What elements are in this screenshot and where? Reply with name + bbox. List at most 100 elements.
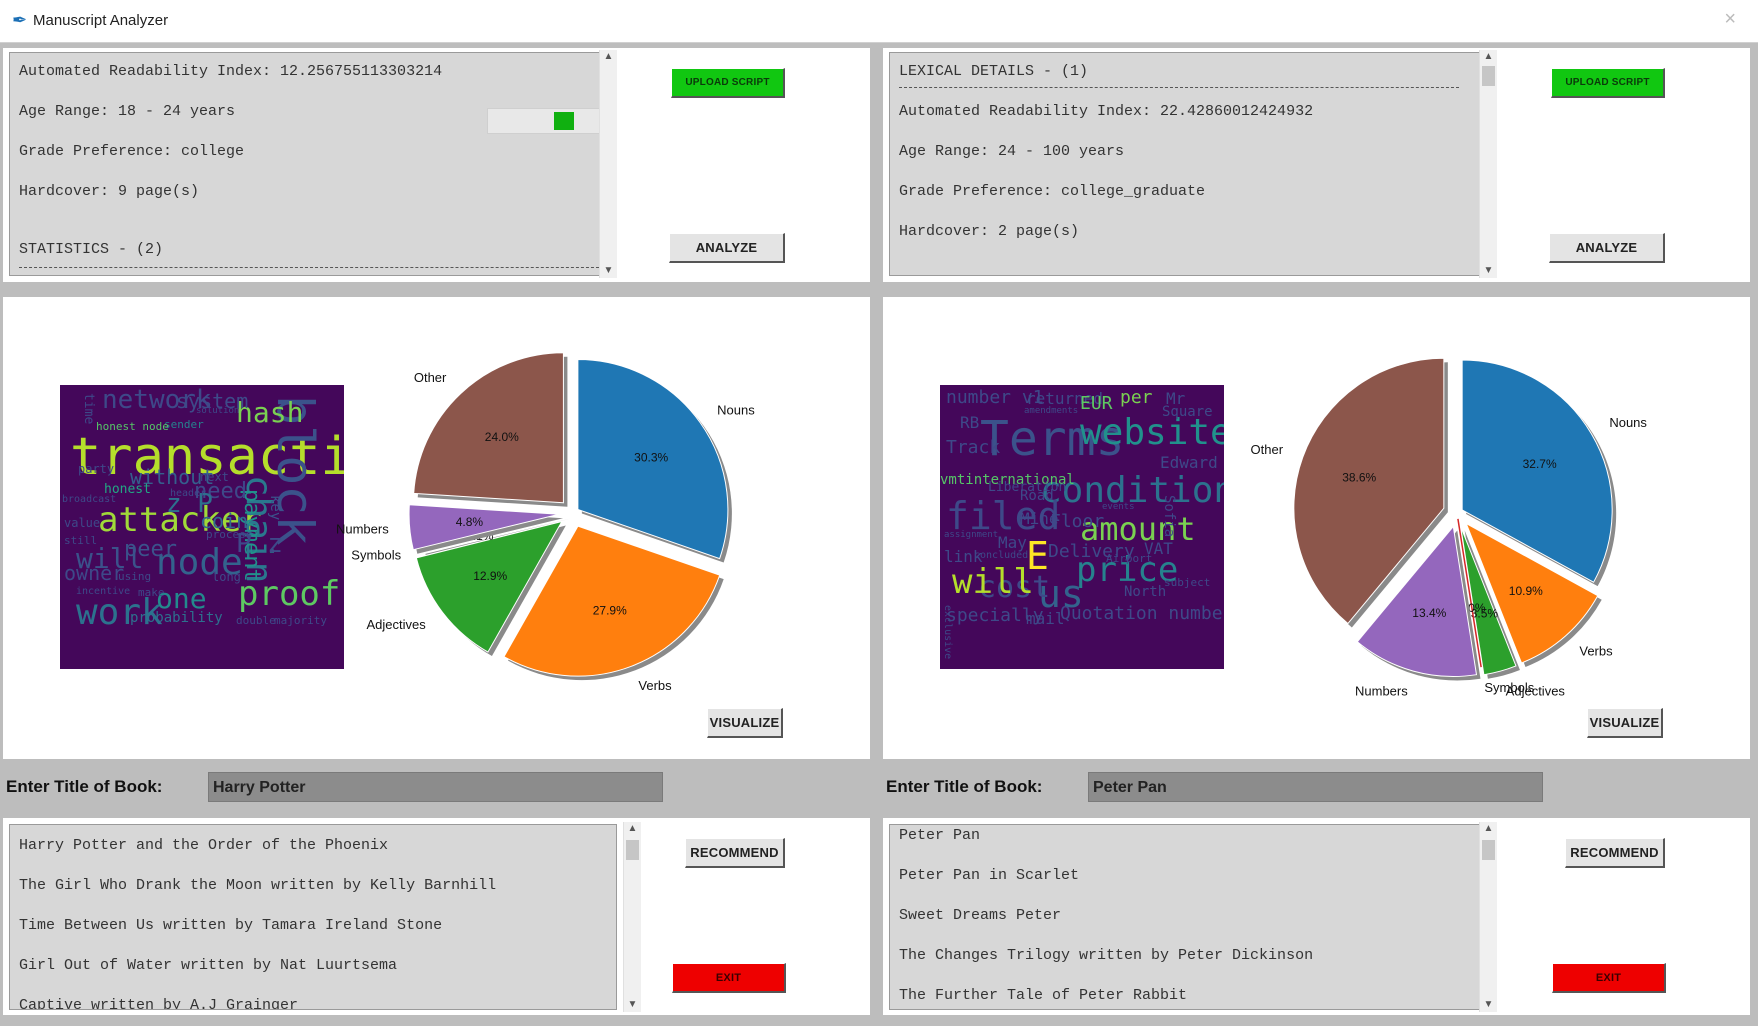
book-title-input[interactable]: Harry Potter xyxy=(208,772,663,802)
separator-line xyxy=(899,87,1459,88)
left-recommend-panel: Harry Potter and the Order of the Phoeni… xyxy=(3,818,870,1015)
recommendation-item: The Girl Who Drank the Moon written by K… xyxy=(19,877,497,894)
detail-line: Hardcover: 2 page(s) xyxy=(899,223,1080,240)
detail-line: Hardcover: 9 page(s) xyxy=(19,183,200,200)
pie-category-label: Verbs xyxy=(638,678,672,693)
scroll-up-icon[interactable]: ▲ xyxy=(624,822,641,836)
wordcloud-word: Quotation number xyxy=(1060,603,1224,624)
recommendation-item: Time Between Us written by Tamara Irelan… xyxy=(19,917,443,934)
detail-line: Automated Readability Index: 12.25675511… xyxy=(19,63,443,80)
detail-line: Age Range: 18 - 24 years xyxy=(19,103,236,120)
right-details-scrollbar[interactable]: ▲ ▼ xyxy=(1479,50,1497,278)
feather-icon: ✒ xyxy=(12,10,28,30)
pie-category-label: Nouns xyxy=(1609,415,1647,430)
pie-category-label: Symbols xyxy=(351,547,401,562)
book-title-input[interactable]: Peter Pan xyxy=(1088,772,1543,802)
wordcloud-word: double xyxy=(236,614,276,627)
pie-percent-label: 13.4% xyxy=(1412,606,1446,620)
wordcloud-word: process xyxy=(206,528,253,541)
progress-fill xyxy=(554,112,574,130)
wordcloud-word: key xyxy=(267,495,283,521)
visualize-button[interactable]: VISUALIZE xyxy=(707,708,783,738)
recommendation-item: The Further Tale of Peter Rabbit xyxy=(899,987,1188,1004)
title-entry-label: Enter Title of Book: xyxy=(886,777,1043,796)
scroll-down-icon[interactable]: ▼ xyxy=(1480,264,1497,278)
left-details-textbox[interactable]: Automated Readability Index: 12.25675511… xyxy=(9,52,606,276)
scroll-up-icon[interactable]: ▲ xyxy=(1480,822,1497,836)
pie-percent-label: 38.6% xyxy=(1342,471,1376,485)
wordcloud-word: broadcast xyxy=(62,494,117,505)
right-details-panel: LEXICAL DETAILS - (1) Automated Readabil… xyxy=(883,48,1750,282)
wordcloud-word: mail xyxy=(1026,609,1065,628)
scroll-thumb[interactable] xyxy=(1482,840,1495,860)
wordcloud-word: value xyxy=(64,516,101,530)
detail-line: Grade Preference: college_graduate xyxy=(899,183,1206,200)
scroll-down-icon[interactable]: ▼ xyxy=(1480,998,1497,1012)
detail-line: Automated Readability Index: 22.42860012… xyxy=(899,103,1314,120)
exit-button[interactable]: EXIT xyxy=(672,963,786,993)
window-title: Manuscript Analyzer xyxy=(33,12,169,29)
wordcloud-word: exclusive xyxy=(942,605,953,660)
scroll-up-icon[interactable]: ▲ xyxy=(600,50,617,64)
analyze-button[interactable]: ANALYZE xyxy=(669,233,785,263)
scroll-thumb[interactable] xyxy=(1482,66,1495,86)
right-recommend-scrollbar[interactable]: ▲ ▼ xyxy=(1479,822,1497,1012)
wordcloud-word: Floor xyxy=(1050,511,1105,532)
right-recommend-panel: Peter Pan Peter Pan in Scarlet Sweet Dre… xyxy=(883,818,1750,1015)
pie-percent-label: 30.3% xyxy=(634,450,668,464)
recommendation-item: Girl Out of Water written by Nat Luurtse… xyxy=(19,957,398,974)
analyze-button[interactable]: ANALYZE xyxy=(1549,233,1665,263)
right-pie-chart: 32.7%Nouns10.9%Verbs3.5%Adjectives0.0%Sy… xyxy=(1251,357,1647,698)
wordcloud-word: subject xyxy=(1164,576,1211,589)
close-icon[interactable]: × xyxy=(1724,8,1736,31)
wordcloud-word: honest node xyxy=(96,420,169,433)
left-wordcloud-image: transactionblockattackerchainproofnodewo… xyxy=(60,385,344,669)
scroll-up-icon[interactable]: ▲ xyxy=(1480,50,1497,64)
left-recommend-textbox[interactable]: Harry Potter and the Order of the Phoeni… xyxy=(9,824,617,1010)
left-details-panel: Automated Readability Index: 12.25675511… xyxy=(3,48,870,282)
right-wordcloud-image: Termswebsiteconditionsfiledamountpriceus… xyxy=(940,385,1224,669)
wordcloud-word: website xyxy=(1080,412,1224,453)
title-entry-label: Enter Title of Book: xyxy=(6,777,163,796)
wordcloud-word: Airport xyxy=(1106,552,1153,565)
upload-script-button[interactable]: UPLOAD SCRIPT xyxy=(1551,68,1665,98)
scroll-thumb[interactable] xyxy=(626,840,639,860)
wordcloud-word: sender xyxy=(164,418,204,431)
progress-bar xyxy=(487,108,609,134)
recommend-button[interactable]: RECOMMEND xyxy=(685,838,785,868)
wordcloud-word: probability xyxy=(130,610,223,626)
wordcloud-word: EUR xyxy=(1080,393,1113,414)
detail-line: Grade Preference: college xyxy=(19,143,245,160)
upload-script-button[interactable]: UPLOAD SCRIPT xyxy=(671,68,785,98)
detail-line: Age Range: 24 - 100 years xyxy=(899,143,1125,160)
wordcloud-word: make xyxy=(138,586,165,599)
left-recommend-scrollbar[interactable]: ▲ ▼ xyxy=(623,822,641,1012)
pie-percent-label: 12.9% xyxy=(473,569,507,583)
recommend-button[interactable]: RECOMMEND xyxy=(1565,838,1665,868)
wordcloud-word: time xyxy=(81,393,96,425)
right-visual-panel: Termswebsiteconditionsfiledamountpriceus… xyxy=(883,297,1750,759)
wordcloud-word: still xyxy=(64,534,98,547)
pie-category-label: Symbols xyxy=(1484,680,1534,695)
wordcloud-word: per xyxy=(1120,387,1153,408)
exit-button[interactable]: EXIT xyxy=(1552,963,1666,993)
pie-percent-label: 32.7% xyxy=(1523,457,1557,471)
left-pie-chart: 30.3%Nouns27.9%Verbs12.9%Adjectives0.1%S… xyxy=(336,352,755,693)
wordcloud-word: North xyxy=(1124,584,1167,600)
right-details-textbox[interactable]: LEXICAL DETAILS - (1) Automated Readabil… xyxy=(889,52,1486,276)
recommendation-item: The Changes Trilogy written by Peter Dic… xyxy=(899,947,1314,964)
pie-percent-label: 24.0% xyxy=(485,430,519,444)
wordcloud-word: RB xyxy=(960,413,980,432)
scroll-down-icon[interactable]: ▼ xyxy=(600,264,617,278)
pie-category-label: Other xyxy=(414,370,447,385)
visualize-button[interactable]: VISUALIZE xyxy=(1587,708,1663,738)
wordcloud-word: will xyxy=(952,562,1034,602)
left-details-scrollbar[interactable]: ▲ ▼ xyxy=(599,50,617,278)
wordcloud-word: long xyxy=(212,570,241,584)
wordcloud-word: assignment xyxy=(944,530,999,540)
wordcloud-word: concluded xyxy=(974,550,1029,561)
wordcloud-word: peer xyxy=(124,537,177,562)
wordcloud-word: events xyxy=(1102,502,1135,512)
right-recommend-textbox[interactable]: Peter Pan Peter Pan in Scarlet Sweet Dre… xyxy=(889,824,1481,1010)
scroll-down-icon[interactable]: ▼ xyxy=(624,998,641,1012)
